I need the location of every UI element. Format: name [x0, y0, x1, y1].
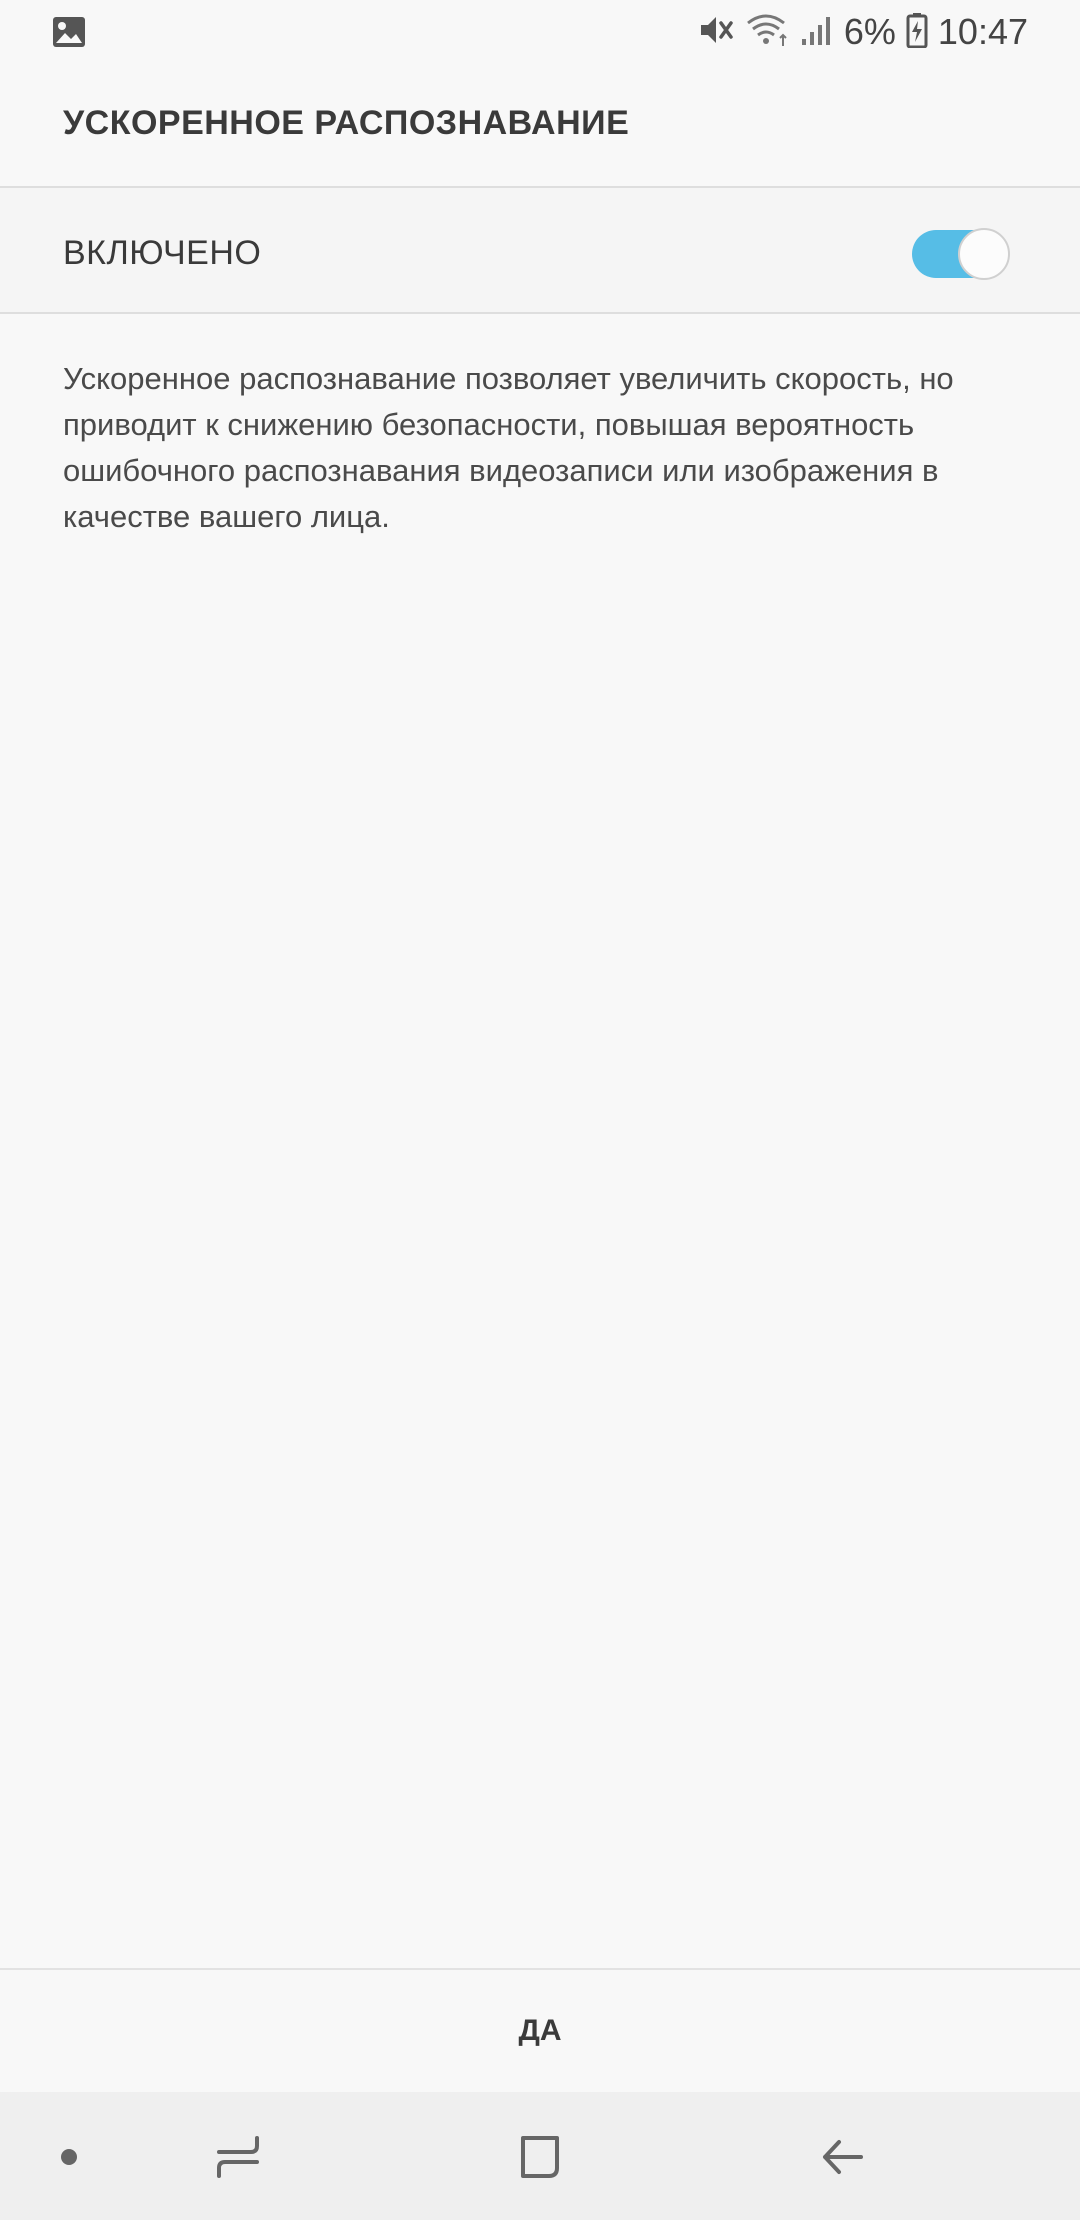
- status-icons: 6% 10:47: [698, 8, 1028, 56]
- fast-recognition-switch[interactable]: [910, 228, 1010, 280]
- description-text: Ускоренное распознавание позволяет увели…: [63, 361, 954, 534]
- home-icon[interactable]: [505, 2122, 575, 2192]
- confirm-button[interactable]: ДА: [0, 1970, 1080, 2092]
- toggle-label: ВКЛЮЧЕНО: [63, 234, 262, 272]
- clock: 10:47: [937, 11, 1028, 52]
- battery-percent: 6%: [843, 11, 896, 52]
- back-icon[interactable]: [807, 2122, 877, 2192]
- toggle-row[interactable]: ВКЛЮЧЕНО: [0, 186, 1080, 314]
- recents-icon[interactable]: [203, 2122, 273, 2192]
- dot-icon[interactable]: [34, 2122, 104, 2192]
- wifi-icon: [746, 13, 790, 52]
- page-title: УСКОРЕННОЕ РАСПОЗНАВАНИЕ: [63, 104, 630, 142]
- switch-thumb: [958, 228, 1010, 280]
- battery-charging-icon: [906, 12, 928, 53]
- mute-icon: [698, 13, 736, 52]
- navigation-bar: [0, 2092, 1080, 2220]
- image-notification-icon: [52, 16, 86, 53]
- status-bar: 6% 10:47: [0, 0, 1080, 64]
- signal-icon: [800, 13, 834, 52]
- action-bar: ДА: [0, 1968, 1080, 2092]
